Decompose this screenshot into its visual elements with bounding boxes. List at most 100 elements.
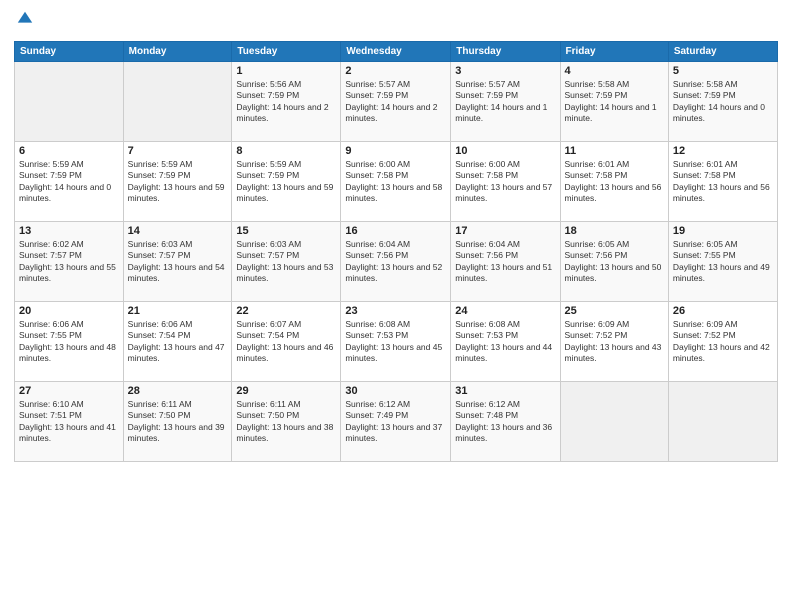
day-number: 4 <box>565 65 664 77</box>
day-number: 23 <box>345 305 446 317</box>
calendar-cell: 31 Sunrise: 6:12 AMSunset: 7:48 PMDayligh… <box>451 381 560 461</box>
calendar-cell: 27Sunrise: 6:10 AMSunset: 7:51 PMDayligh… <box>15 381 124 461</box>
day-number: 10 <box>455 145 555 157</box>
calendar-cell: 19 Sunrise: 6:05 AMSunset: 7:55 PMDayligh… <box>668 221 777 301</box>
calendar-cell: 28Sunrise: 6:11 AMSunset: 7:50 PMDayligh… <box>123 381 232 461</box>
day-number: 28 <box>128 385 228 397</box>
header <box>14 10 778 33</box>
calendar-cell: 13Sunrise: 6:02 AMSunset: 7:57 PMDayligh… <box>15 221 124 301</box>
calendar-week-row: 27Sunrise: 6:10 AMSunset: 7:51 PMDayligh… <box>15 381 778 461</box>
day-number: 14 <box>128 225 228 237</box>
day-info: Sunrise: 6:09 AMSunset: 7:52 PMDaylight:… <box>565 319 664 365</box>
day-number: 12 <box>673 145 773 157</box>
calendar-page: SundayMondayTuesdayWednesdayThursdayFrid… <box>0 0 792 612</box>
day-info: Sunrise: 6:11 AMSunset: 7:50 PMDaylight:… <box>236 399 336 445</box>
calendar-cell <box>15 61 124 141</box>
weekday-header-row: SundayMondayTuesdayWednesdayThursdayFrid… <box>15 41 778 61</box>
day-number: 2 <box>345 65 446 77</box>
day-info: Sunrise: 6:10 AMSunset: 7:51 PMDaylight:… <box>19 399 119 445</box>
calendar-cell: 21Sunrise: 6:06 AMSunset: 7:54 PMDayligh… <box>123 301 232 381</box>
day-info: Sunrise: 6:12 AMSunset: 7:48 PMDaylight:… <box>455 399 555 445</box>
day-info: Sunrise: 5:57 AMSunset: 7:59 PMDaylight:… <box>455 79 555 125</box>
calendar-cell: 6 Sunrise: 5:59 AMSunset: 7:59 PMDaylight… <box>15 141 124 221</box>
calendar-cell: 2Sunrise: 5:57 AMSunset: 7:59 PMDaylight… <box>341 61 451 141</box>
day-number: 22 <box>236 305 336 317</box>
weekday-header-thursday: Thursday <box>451 41 560 61</box>
day-info: Sunrise: 6:06 AMSunset: 7:55 PMDaylight:… <box>19 319 119 365</box>
day-info: Sunrise: 6:08 AMSunset: 7:53 PMDaylight:… <box>345 319 446 365</box>
day-number: 18 <box>565 225 664 237</box>
calendar-cell: 7 Sunrise: 5:59 AMSunset: 7:59 PMDaylight… <box>123 141 232 221</box>
calendar-cell: 11 Sunrise: 6:01 AMSunset: 7:58 PMDayligh… <box>560 141 668 221</box>
weekday-header-saturday: Saturday <box>668 41 777 61</box>
day-info: Sunrise: 5:58 AMSunset: 7:59 PMDaylight:… <box>565 79 664 125</box>
weekday-header-friday: Friday <box>560 41 668 61</box>
day-number: 9 <box>345 145 446 157</box>
day-number: 7 <box>128 145 228 157</box>
day-number: 26 <box>673 305 773 317</box>
calendar-cell: 15 Sunrise: 6:03 AMSunset: 7:57 PMDayligh… <box>232 221 341 301</box>
day-number: 24 <box>455 305 555 317</box>
day-info: Sunrise: 6:03 AMSunset: 7:57 PMDaylight:… <box>128 239 228 285</box>
calendar-cell: 1 Sunrise: 5:56 AMSunset: 7:59 PMDaylight… <box>232 61 341 141</box>
calendar-body: 1 Sunrise: 5:56 AMSunset: 7:59 PMDaylight… <box>15 61 778 461</box>
calendar-cell <box>123 61 232 141</box>
day-info: Sunrise: 6:02 AMSunset: 7:57 PMDaylight:… <box>19 239 119 285</box>
day-number: 8 <box>236 145 336 157</box>
calendar-week-row: 1 Sunrise: 5:56 AMSunset: 7:59 PMDaylight… <box>15 61 778 141</box>
day-info: Sunrise: 6:03 AMSunset: 7:57 PMDaylight:… <box>236 239 336 285</box>
day-info: Sunrise: 6:08 AMSunset: 7:53 PMDaylight:… <box>455 319 555 365</box>
calendar-cell: 9 Sunrise: 6:00 AMSunset: 7:58 PMDaylight… <box>341 141 451 221</box>
day-info: Sunrise: 6:05 AMSunset: 7:56 PMDaylight:… <box>565 239 664 285</box>
day-number: 25 <box>565 305 664 317</box>
calendar-week-row: 13Sunrise: 6:02 AMSunset: 7:57 PMDayligh… <box>15 221 778 301</box>
calendar-cell: 5Sunrise: 5:58 AMSunset: 7:59 PMDaylight… <box>668 61 777 141</box>
day-info: Sunrise: 5:59 AMSunset: 7:59 PMDaylight:… <box>236 159 336 205</box>
calendar-cell: 25 Sunrise: 6:09 AMSunset: 7:52 PMDayligh… <box>560 301 668 381</box>
day-number: 6 <box>19 145 119 157</box>
day-number: 16 <box>345 225 446 237</box>
day-number: 31 <box>455 385 555 397</box>
weekday-header-tuesday: Tuesday <box>232 41 341 61</box>
day-info: Sunrise: 5:59 AMSunset: 7:59 PMDaylight:… <box>128 159 228 205</box>
day-info: Sunrise: 6:04 AMSunset: 7:56 PMDaylight:… <box>345 239 446 285</box>
calendar-cell <box>560 381 668 461</box>
calendar-table: SundayMondayTuesdayWednesdayThursdayFrid… <box>14 41 778 462</box>
weekday-header-sunday: Sunday <box>15 41 124 61</box>
day-info: Sunrise: 5:58 AMSunset: 7:59 PMDaylight:… <box>673 79 773 125</box>
calendar-cell: 10 Sunrise: 6:00 AMSunset: 7:58 PMDayligh… <box>451 141 560 221</box>
day-info: Sunrise: 6:00 AMSunset: 7:58 PMDaylight:… <box>345 159 446 205</box>
calendar-cell: 3 Sunrise: 5:57 AMSunset: 7:59 PMDaylight… <box>451 61 560 141</box>
calendar-cell: 22Sunrise: 6:07 AMSunset: 7:54 PMDayligh… <box>232 301 341 381</box>
day-info: Sunrise: 6:05 AMSunset: 7:55 PMDaylight:… <box>673 239 773 285</box>
calendar-header: SundayMondayTuesdayWednesdayThursdayFrid… <box>15 41 778 61</box>
day-number: 3 <box>455 65 555 77</box>
calendar-cell: 8 Sunrise: 5:59 AMSunset: 7:59 PMDaylight… <box>232 141 341 221</box>
calendar-cell: 18 Sunrise: 6:05 AMSunset: 7:56 PMDayligh… <box>560 221 668 301</box>
calendar-cell: 30Sunrise: 6:12 AMSunset: 7:49 PMDayligh… <box>341 381 451 461</box>
day-number: 20 <box>19 305 119 317</box>
calendar-cell: 14 Sunrise: 6:03 AMSunset: 7:57 PMDayligh… <box>123 221 232 301</box>
logo <box>14 10 34 33</box>
day-info: Sunrise: 5:56 AMSunset: 7:59 PMDaylight:… <box>236 79 336 125</box>
day-info: Sunrise: 6:04 AMSunset: 7:56 PMDaylight:… <box>455 239 555 285</box>
day-number: 19 <box>673 225 773 237</box>
calendar-week-row: 6 Sunrise: 5:59 AMSunset: 7:59 PMDaylight… <box>15 141 778 221</box>
calendar-cell: 23 Sunrise: 6:08 AMSunset: 7:53 PMDayligh… <box>341 301 451 381</box>
day-info: Sunrise: 6:00 AMSunset: 7:58 PMDaylight:… <box>455 159 555 205</box>
calendar-cell: 24 Sunrise: 6:08 AMSunset: 7:53 PMDayligh… <box>451 301 560 381</box>
day-number: 15 <box>236 225 336 237</box>
day-info: Sunrise: 6:01 AMSunset: 7:58 PMDaylight:… <box>673 159 773 205</box>
calendar-cell: 4 Sunrise: 5:58 AMSunset: 7:59 PMDaylight… <box>560 61 668 141</box>
calendar-cell: 17 Sunrise: 6:04 AMSunset: 7:56 PMDayligh… <box>451 221 560 301</box>
day-number: 17 <box>455 225 555 237</box>
day-info: Sunrise: 5:59 AMSunset: 7:59 PMDaylight:… <box>19 159 119 205</box>
calendar-cell: 29Sunrise: 6:11 AMSunset: 7:50 PMDayligh… <box>232 381 341 461</box>
logo-icon <box>16 10 34 28</box>
weekday-header-wednesday: Wednesday <box>341 41 451 61</box>
day-number: 1 <box>236 65 336 77</box>
day-number: 11 <box>565 145 664 157</box>
calendar-week-row: 20 Sunrise: 6:06 AMSunset: 7:55 PMDayligh… <box>15 301 778 381</box>
day-number: 30 <box>345 385 446 397</box>
day-info: Sunrise: 6:01 AMSunset: 7:58 PMDaylight:… <box>565 159 664 205</box>
